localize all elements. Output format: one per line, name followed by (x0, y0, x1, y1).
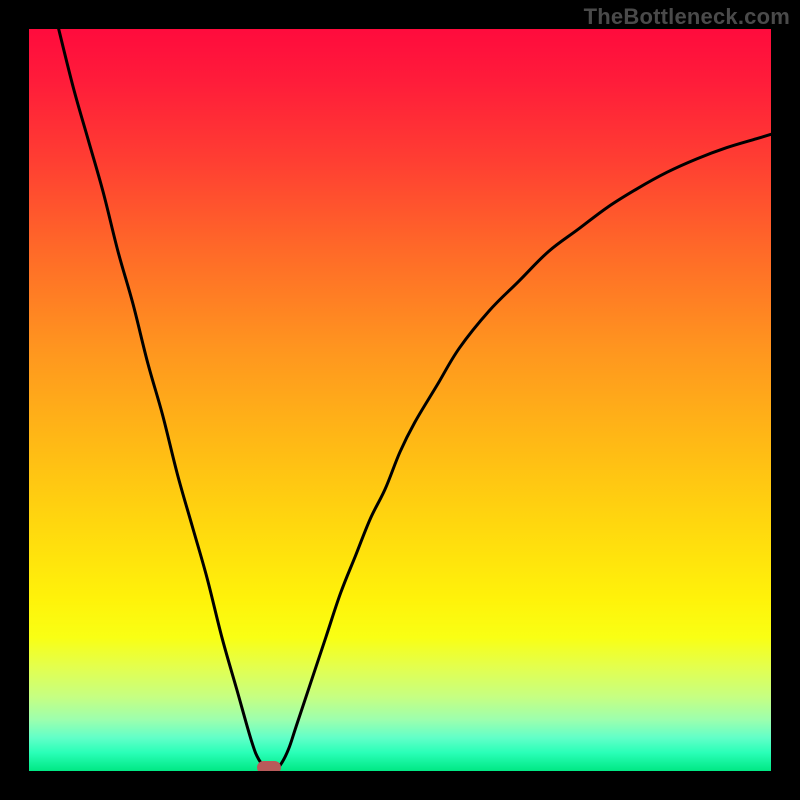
optimal-point-marker (257, 761, 281, 771)
chart-frame: TheBottleneck.com (0, 0, 800, 800)
gradient-rect (29, 29, 771, 771)
watermark-text: TheBottleneck.com (584, 4, 790, 30)
plot-area (29, 29, 771, 771)
gradient-background (29, 29, 771, 771)
